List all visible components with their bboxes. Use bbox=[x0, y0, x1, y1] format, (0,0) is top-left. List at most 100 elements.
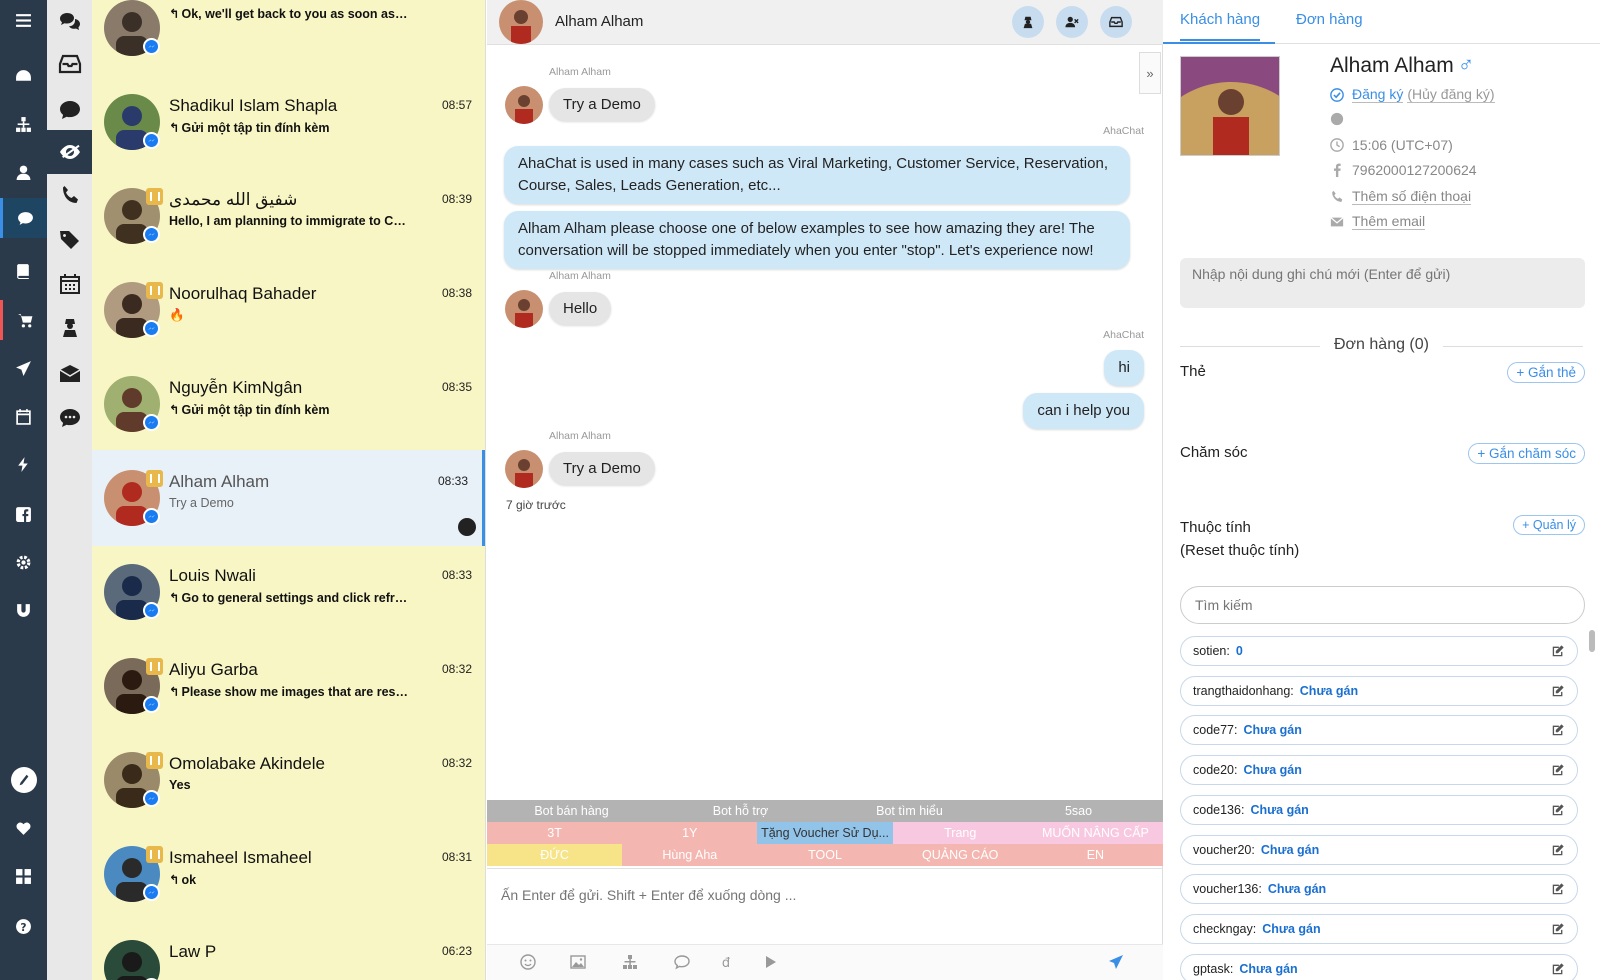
agent-icon[interactable] bbox=[47, 306, 92, 350]
assign-agent-button[interactable] bbox=[1012, 6, 1044, 38]
tab-orders[interactable]: Đơn hàng bbox=[1296, 11, 1363, 28]
add-care-button[interactable]: + Gắn chăm sóc bbox=[1468, 443, 1585, 464]
inbox-icon[interactable] bbox=[47, 42, 92, 86]
conversation-item[interactable]: Noorulhaq Bahader 08:38 🔥 bbox=[92, 262, 485, 358]
apps-grid-icon[interactable] bbox=[0, 856, 47, 896]
attribute-key: voucher20: bbox=[1193, 842, 1255, 857]
menu-icon[interactable] bbox=[0, 0, 47, 40]
reset-attributes-link[interactable]: (Reset thuộc tính) bbox=[1180, 542, 1299, 559]
schedule-icon[interactable] bbox=[47, 262, 92, 306]
image-icon[interactable] bbox=[570, 954, 588, 972]
edit-icon[interactable] bbox=[1551, 763, 1565, 777]
dashboard-icon[interactable] bbox=[0, 56, 47, 96]
tags-label: Thẻ bbox=[1180, 363, 1206, 380]
manage-attributes-button[interactable]: + Quản lý bbox=[1513, 515, 1585, 535]
emoji-icon[interactable] bbox=[520, 954, 538, 972]
flow-icon[interactable] bbox=[622, 954, 640, 972]
unsubscribe-link[interactable]: (Hủy đăng ký) bbox=[1407, 86, 1495, 103]
conversation-item[interactable]: Louis Nwali 08:33 ↰ Go to general settings … bbox=[92, 544, 485, 640]
edit-icon[interactable] bbox=[1551, 723, 1565, 737]
subscribe-link[interactable]: Đăng ký bbox=[1352, 86, 1404, 103]
quick-reply-button[interactable]: Hùng Aha bbox=[622, 844, 758, 866]
facebook-icon[interactable] bbox=[0, 494, 47, 534]
saved-reply-icon[interactable] bbox=[674, 954, 692, 972]
conversation-item[interactable]: Thomas Bunax09:04↰Ok, we'll get back to … bbox=[92, 0, 485, 76]
quick-reply-button[interactable]: QUẢNG CÁO bbox=[892, 844, 1028, 866]
sitemap-icon[interactable] bbox=[0, 104, 47, 144]
send-message-icon[interactable] bbox=[1108, 954, 1126, 972]
customer-name-text: Alham Alham bbox=[1330, 54, 1454, 77]
message-preview-text: ok bbox=[181, 873, 197, 887]
conversation-item[interactable]: Aliyu Garba 08:32 ↰ Please show me images t… bbox=[92, 638, 485, 734]
messages-dots-icon[interactable] bbox=[47, 396, 92, 440]
user-icon[interactable] bbox=[0, 152, 47, 192]
conversation-item[interactable]: Shadikul Islam Shapla 08:57 ↰ Gửi một tập t… bbox=[92, 74, 485, 170]
add-phone-link[interactable]: Thêm số điện thoại bbox=[1352, 188, 1472, 205]
quick-reply-button[interactable]: Bot tìm hiểu bbox=[825, 800, 994, 822]
cart-icon[interactable] bbox=[0, 300, 47, 340]
settings-icon[interactable] bbox=[0, 542, 47, 582]
quick-reply-button[interactable]: ĐỨC bbox=[487, 844, 623, 866]
quick-reply-button[interactable]: Trang bbox=[892, 822, 1028, 844]
quick-reply-button[interactable]: EN bbox=[1027, 844, 1164, 866]
currency-icon[interactable]: đ bbox=[718, 954, 736, 972]
note-input[interactable] bbox=[1180, 258, 1585, 308]
phone-icon[interactable] bbox=[47, 174, 92, 218]
add-tag-button[interactable]: + Gắn thẻ bbox=[1507, 362, 1585, 383]
edit-icon[interactable] bbox=[1551, 843, 1565, 857]
calendar-icon[interactable] bbox=[0, 396, 47, 436]
conversation-item[interactable]: شفيق الله محمدى 08:39 Hello, I am planning… bbox=[92, 168, 485, 264]
chat-nav-icon[interactable] bbox=[0, 198, 47, 238]
conversation-item[interactable]: Nguyễn KimNgân 08:35 ↰ Gửi một tập tin đính… bbox=[92, 356, 485, 452]
comment-icon[interactable] bbox=[47, 88, 92, 132]
tab-customer[interactable]: Khách hàng bbox=[1180, 11, 1261, 41]
quick-reply-button[interactable]: Tặng Voucher Sử Dụ... bbox=[757, 822, 893, 844]
quick-reply-button[interactable]: 3T bbox=[487, 822, 623, 844]
conversation-item[interactable]: Ismaheel Ismaheel 08:31 ↰ ok bbox=[92, 826, 485, 922]
conversation-item[interactable]: Law P 06:23 bbox=[92, 920, 485, 980]
quick-reply-button[interactable]: 5sao bbox=[994, 800, 1163, 822]
account-avatar[interactable] bbox=[0, 760, 47, 800]
quick-reply-button[interactable]: MUỐN NÂNG CẤP bbox=[1027, 822, 1164, 844]
edit-icon[interactable] bbox=[1551, 922, 1565, 936]
edit-icon[interactable] bbox=[1551, 644, 1565, 658]
all-chats-icon[interactable] bbox=[47, 0, 92, 44]
attribute-search-input[interactable] bbox=[1180, 586, 1585, 624]
messenger-icon bbox=[143, 226, 160, 243]
attribute-scrollbar[interactable] bbox=[1589, 630, 1595, 652]
messenger-icon bbox=[143, 320, 160, 337]
quick-reply-button[interactable]: Bot bán hàng bbox=[487, 800, 656, 822]
conversation-time: 08:31 bbox=[441, 850, 472, 864]
heart-icon[interactable] bbox=[0, 808, 47, 848]
tags-icon[interactable] bbox=[47, 218, 92, 262]
message-input[interactable] bbox=[501, 887, 1141, 903]
collapse-panel-button[interactable]: » bbox=[1139, 52, 1161, 94]
magnet-icon[interactable] bbox=[0, 590, 47, 630]
help-icon[interactable]: ? bbox=[0, 906, 47, 946]
edit-icon[interactable] bbox=[1551, 803, 1565, 817]
hidden-eye-icon[interactable] bbox=[47, 130, 92, 174]
add-email-link[interactable]: Thêm email bbox=[1352, 213, 1426, 230]
envelope-icon[interactable] bbox=[47, 352, 92, 396]
conversation-item[interactable]: Omolabake Akindele 08:32 Yes bbox=[92, 732, 485, 828]
quick-reply-button[interactable]: Bot hỗ trợ bbox=[656, 800, 825, 822]
edit-icon[interactable] bbox=[1551, 962, 1565, 976]
globe-icon bbox=[1330, 112, 1344, 126]
send-icon[interactable] bbox=[0, 348, 47, 388]
quick-reply-button[interactable]: TOOL bbox=[757, 844, 893, 866]
archive-inbox-button[interactable] bbox=[1100, 6, 1132, 38]
message-preview: ↰ ok bbox=[169, 872, 409, 887]
quick-reply-button[interactable]: 1Y bbox=[622, 822, 758, 844]
conversation-item[interactable]: Alham Alham 08:33 Try a Demo bbox=[92, 450, 485, 546]
edit-icon[interactable] bbox=[1551, 684, 1565, 698]
message-preview-text: Ok, we'll get back to you as soon as p..… bbox=[181, 7, 409, 21]
chat-avatar[interactable] bbox=[499, 0, 543, 44]
book-icon[interactable] bbox=[0, 250, 47, 290]
play-icon[interactable] bbox=[762, 954, 780, 972]
message-sender: Alham Alham bbox=[549, 66, 611, 78]
edit-icon[interactable] bbox=[1551, 882, 1565, 896]
chat-title: Alham Alham bbox=[555, 13, 644, 30]
remove-user-button[interactable] bbox=[1056, 6, 1088, 38]
paused-bot-icon bbox=[146, 470, 163, 487]
bolt-icon[interactable] bbox=[0, 444, 47, 484]
